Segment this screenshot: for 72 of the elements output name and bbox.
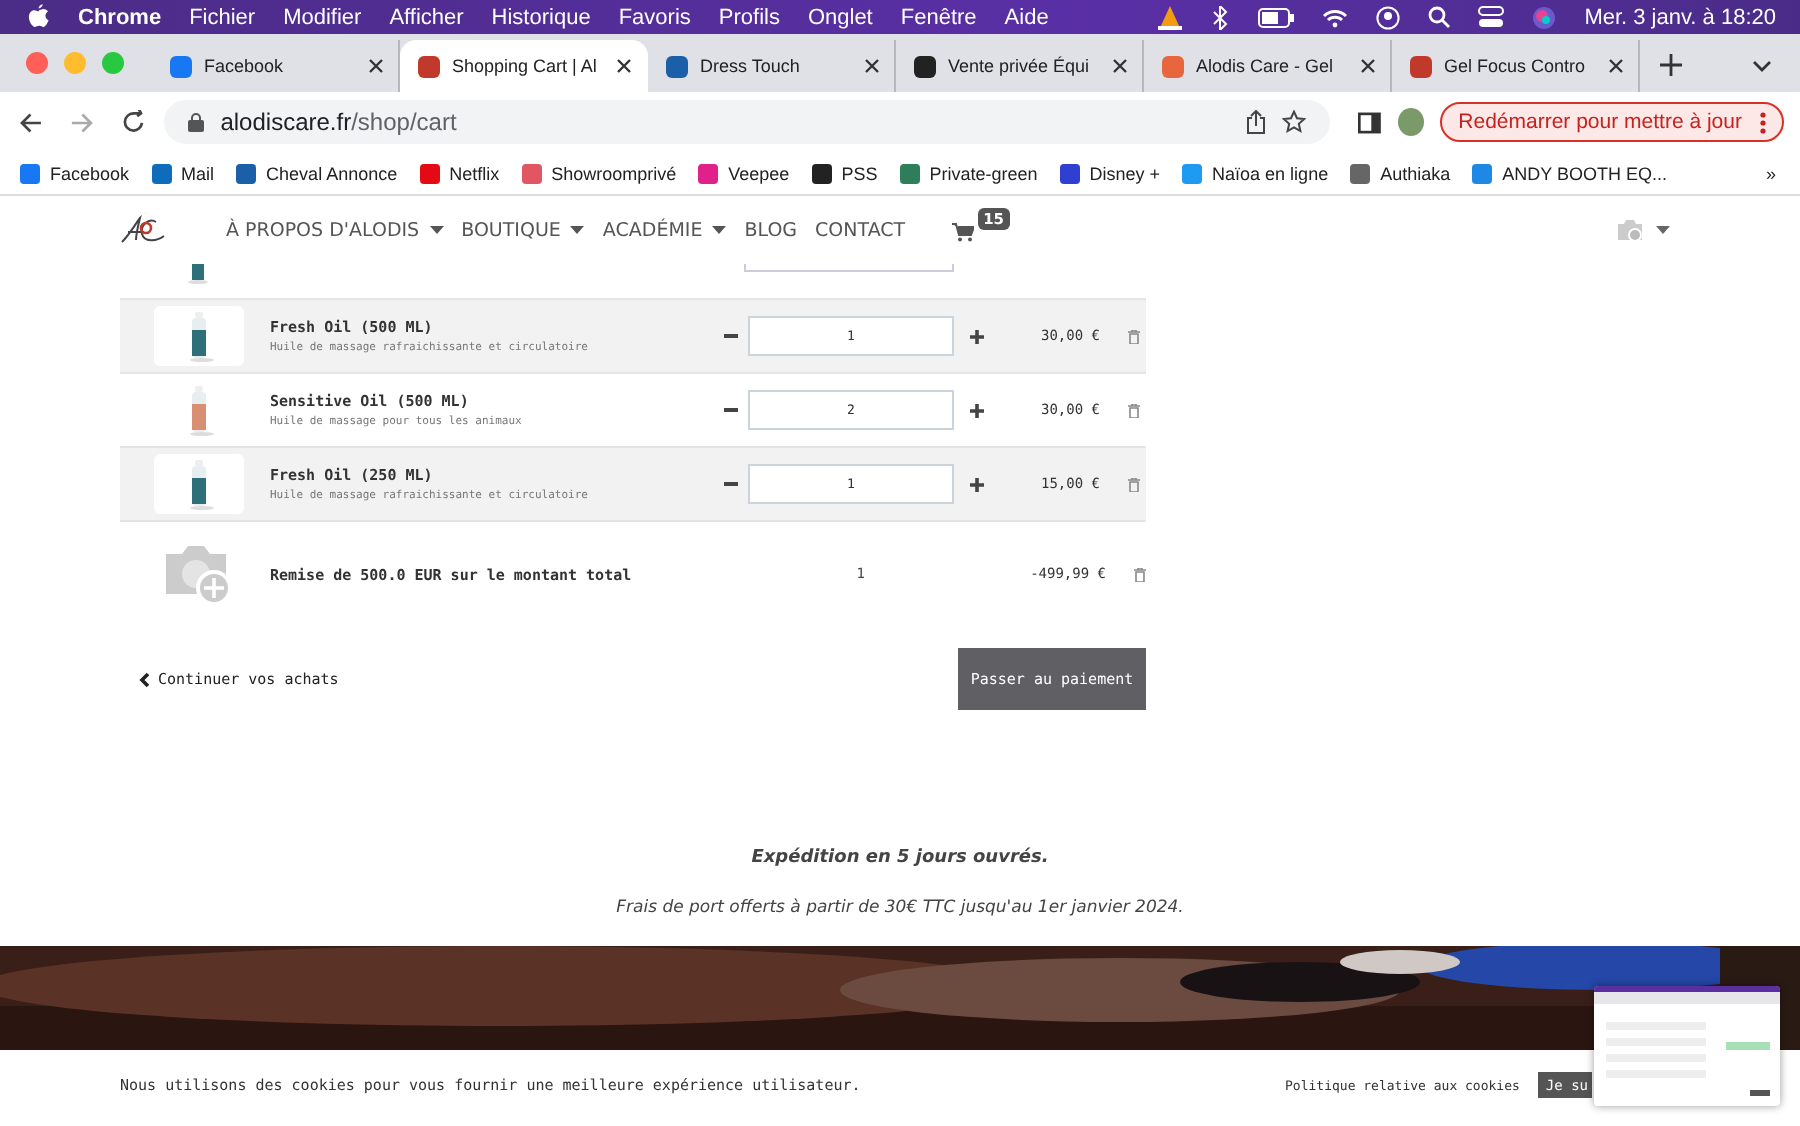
plus-icon[interactable] [970, 403, 984, 417]
menu-item[interactable]: Afficher [389, 5, 464, 29]
lock-icon [188, 112, 205, 132]
battery-icon[interactable] [1258, 7, 1295, 27]
wifi-icon[interactable] [1322, 7, 1349, 27]
shipping-note: Frais de port offerts à partir de 30€ TTC jusqu'au 1er janvier 2024. [616, 898, 1184, 918]
address-bar[interactable]: alodiscare.fr/shop/cart [164, 100, 1331, 144]
bookmark[interactable]: Netflix [419, 163, 500, 183]
close-icon[interactable] [616, 58, 632, 74]
star-icon[interactable] [1282, 110, 1307, 134]
bookmark[interactable]: Authiaka [1350, 163, 1451, 183]
close-icon[interactable] [1360, 58, 1376, 74]
chevron-left-icon [138, 671, 150, 687]
reload-icon[interactable] [121, 110, 145, 134]
nav-link[interactable]: CONTACT [815, 219, 906, 241]
cone-icon[interactable] [1158, 5, 1183, 29]
menu-item[interactable]: Fenêtre [900, 5, 977, 29]
user-icon[interactable] [1376, 5, 1401, 29]
trash-icon[interactable] [1128, 477, 1140, 491]
bookmark[interactable]: ANDY BOOTH EQ... [1472, 163, 1667, 183]
menu-bar-clock[interactable]: Mer. 3 janv. à 18:20 [1584, 5, 1776, 29]
bookmark[interactable]: Veepee [698, 163, 790, 183]
cart-icon [951, 221, 974, 241]
menu-item[interactable]: Chrome [78, 5, 162, 29]
bookmark[interactable]: Cheval Annonce [236, 163, 398, 183]
plus-icon[interactable] [970, 329, 984, 343]
bluetooth-icon[interactable] [1210, 5, 1231, 29]
nav-link[interactable]: BLOG [744, 219, 798, 241]
bookmark[interactable]: Showroomprivé [521, 163, 677, 183]
plus-icon[interactable] [970, 477, 984, 491]
bookmark[interactable]: Disney + [1059, 163, 1161, 183]
caret-icon[interactable] [1656, 226, 1670, 234]
nav-link[interactable]: BOUTIQUE [461, 219, 585, 241]
back-icon[interactable] [20, 111, 43, 133]
menu-item[interactable]: Modifier [283, 5, 362, 29]
menu-item[interactable]: Fichier [189, 5, 256, 29]
quantity-field[interactable] [744, 264, 954, 272]
chevron-down-icon[interactable] [1752, 60, 1772, 72]
trash-icon[interactable] [1128, 329, 1140, 343]
bookmark[interactable]: Mail [151, 163, 215, 183]
more-icon[interactable] [1759, 111, 1766, 133]
trash-icon[interactable] [1134, 567, 1146, 581]
menu-item[interactable]: Onglet [807, 5, 873, 29]
menu-item[interactable]: Profils [718, 5, 780, 29]
menu-item[interactable]: Aide [1004, 5, 1049, 29]
logo-drawing[interactable] [120, 214, 168, 246]
browser-tab[interactable]: Shopping Cart | Al [400, 40, 648, 92]
bookmark[interactable]: Naïoa en ligne [1182, 163, 1329, 183]
profile-avatar[interactable] [1397, 108, 1425, 136]
menu-item[interactable]: Favoris [618, 5, 691, 29]
new-tab-icon[interactable] [1660, 54, 1682, 76]
bookmark[interactable]: Private-green [899, 163, 1038, 183]
bookmark[interactable]: PSS [811, 163, 878, 183]
control-center-icon[interactable] [1478, 6, 1505, 28]
apple-icon[interactable] [28, 4, 50, 30]
close-icon[interactable] [1608, 58, 1624, 74]
bookmark[interactable]: Facebook [20, 163, 130, 183]
shipping-title: Expédition en 5 jours ouvrés. [751, 848, 1049, 868]
search-icon[interactable] [1428, 6, 1451, 28]
side-panel-icon[interactable] [1358, 111, 1382, 133]
more-bookmarks-button[interactable]: » [1765, 163, 1776, 183]
siri-icon[interactable] [1532, 5, 1557, 29]
close-icon[interactable] [1112, 58, 1128, 74]
menu-item[interactable]: Historique [491, 5, 591, 29]
update-button[interactable]: Redémarrer pour mettre à jour [1440, 102, 1784, 142]
nav-link[interactable]: À PROPOS D'ALODIS [226, 219, 444, 241]
close-icon[interactable] [368, 58, 384, 74]
camera-plus-icon [162, 542, 234, 606]
share-icon[interactable] [1246, 110, 1267, 134]
close-icon[interactable] [864, 58, 880, 74]
trash-icon[interactable] [1128, 403, 1140, 417]
nav-link[interactable]: ACADÉMIE [602, 219, 727, 241]
